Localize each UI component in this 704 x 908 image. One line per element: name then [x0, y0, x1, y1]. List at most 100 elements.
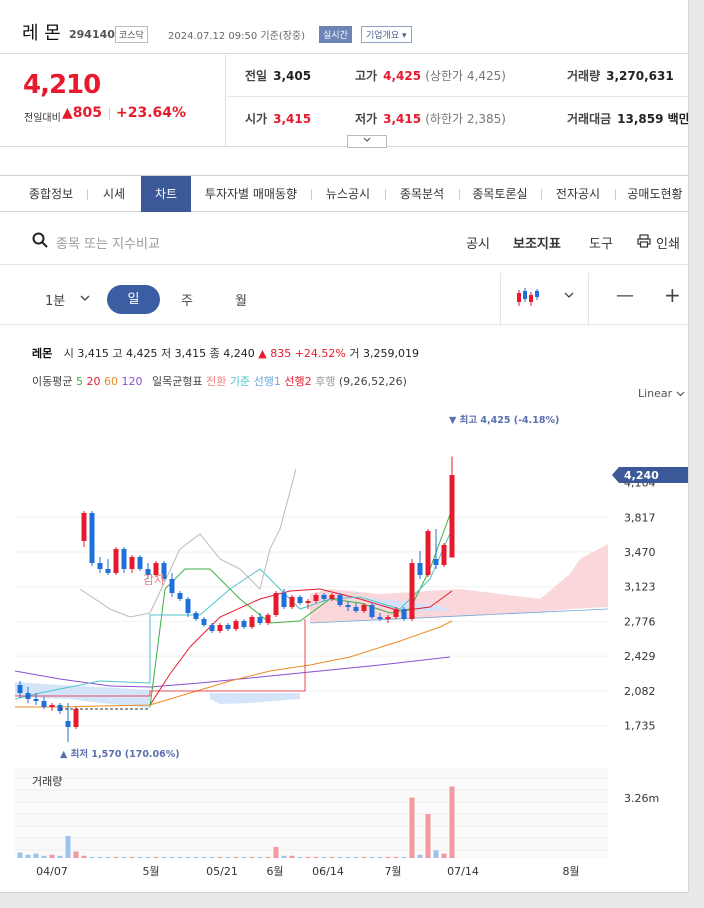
- tab-short-selling[interactable]: 공매도현황: [617, 176, 688, 212]
- ichimoku-base: 기준: [229, 375, 251, 388]
- tools-button[interactable]: 도구: [589, 233, 613, 252]
- tab-chart[interactable]: 차트: [141, 176, 191, 212]
- y-tick-label: 3,123: [624, 581, 656, 594]
- company-overview-dropdown[interactable]: 기업개요 ▾: [361, 26, 412, 43]
- period-day[interactable]: 일: [107, 285, 160, 314]
- period-selector: 1분 일 주 월 — +: [0, 273, 688, 325]
- ichimoku-lead1: 선행1: [253, 375, 281, 388]
- divider: [109, 108, 110, 120]
- x-tick-label: 05/21: [206, 865, 238, 878]
- market-badge: 코스닥: [115, 26, 148, 43]
- low-label: 저: [161, 347, 172, 360]
- x-tick-label: 5월: [142, 865, 159, 878]
- candle-body: [137, 557, 143, 569]
- disclosure-button[interactable]: 공시: [466, 233, 490, 252]
- period-week[interactable]: 주: [181, 290, 193, 309]
- high-label: 고: [112, 347, 123, 360]
- candle-body: [441, 545, 447, 565]
- print-icon[interactable]: [637, 234, 651, 248]
- ichimoku-conversion: 전환: [206, 375, 227, 388]
- volume-bar: [265, 856, 271, 858]
- volume-bar: [249, 856, 255, 858]
- candle-body: [417, 563, 423, 575]
- period-month[interactable]: 월: [235, 290, 247, 309]
- volume-bar: [241, 856, 247, 858]
- tab-overview[interactable]: 종합정보: [17, 176, 85, 212]
- ichimoku-lead2: 선행2: [284, 375, 312, 388]
- volume-bar: [329, 856, 335, 858]
- volume-bar: [393, 856, 399, 858]
- volume-bar: [305, 856, 311, 858]
- tab-price[interactable]: 시세: [89, 176, 139, 212]
- volume-bar: [105, 856, 111, 858]
- search-icon[interactable]: [32, 232, 48, 248]
- candlestick-type-icon[interactable]: [516, 286, 542, 308]
- realtime-button[interactable]: 실시간: [319, 26, 352, 43]
- candle-body: [25, 693, 31, 699]
- price-chart[interactable]: 3,8173,4703,1232,7762,4292,0821,7354,164…: [0, 400, 689, 893]
- compare-search-input[interactable]: 종목 또는 지수비교: [56, 233, 160, 252]
- ichimoku-label: 일목균형표: [151, 375, 203, 388]
- candle-body: [449, 475, 455, 558]
- prev-close-cell: 전일 3,405: [245, 67, 311, 84]
- period-minute[interactable]: 1분: [45, 290, 65, 309]
- ma60-label: 60: [103, 375, 118, 388]
- scale-dropdown[interactable]: Linear: [638, 387, 685, 400]
- capital-reduction-label: 감자: [143, 573, 165, 587]
- tab-forum[interactable]: 종목토론실: [461, 176, 539, 212]
- zoom-out-button[interactable]: —: [616, 285, 634, 306]
- volume-bar: [209, 856, 215, 858]
- ma5-label: 5: [75, 375, 83, 388]
- chart-change-pct: +24.52%: [294, 347, 346, 360]
- candle-body: [49, 705, 55, 707]
- chevron-down-icon: [363, 137, 371, 142]
- candle-body: [353, 607, 359, 611]
- expand-button[interactable]: [347, 135, 387, 148]
- high-value: 4,425: [383, 69, 422, 83]
- volume-bar: [369, 856, 375, 858]
- candle-body: [313, 595, 319, 601]
- volume-bar: [433, 850, 439, 858]
- low-label: 저가: [355, 112, 378, 126]
- chevron-down-icon[interactable]: [80, 295, 90, 303]
- candle-body: [193, 613, 199, 619]
- chart-change: ▲ 835: [258, 347, 292, 360]
- volume-bar: [257, 856, 263, 858]
- volume-bar: [201, 856, 207, 858]
- indicator-legend: 이동평균 5 20 60 120 일목균형표 전환 기준 선행1 선행2 후행 …: [32, 373, 407, 389]
- candle-body: [321, 595, 327, 599]
- ma120-line: [14, 656, 451, 688]
- x-tick-label: 7월: [384, 865, 401, 878]
- chevron-down-icon: [676, 391, 685, 397]
- candle-body: [249, 617, 255, 627]
- chevron-down-icon[interactable]: [564, 292, 574, 300]
- volume-bar: [233, 856, 239, 858]
- volume-bar: [425, 814, 431, 858]
- indicator-button[interactable]: 보조지표: [513, 233, 561, 252]
- divider: [541, 189, 542, 200]
- volume-bar: [25, 854, 31, 858]
- candle-body: [217, 625, 223, 631]
- volume-bar: [313, 856, 319, 858]
- tab-investor-trading[interactable]: 투자자별 매매동향: [193, 176, 309, 212]
- tab-news[interactable]: 뉴스공시: [313, 176, 383, 212]
- volume-bar: [225, 856, 231, 858]
- divider: [385, 189, 386, 200]
- change-label: 전일대비: [24, 113, 61, 124]
- zoom-in-button[interactable]: +: [664, 283, 681, 307]
- x-tick-label: 04/07: [36, 865, 68, 878]
- candle-body: [41, 701, 47, 707]
- high-cell: 고가 4,425 (상한가 4,425): [355, 67, 506, 84]
- candle-body: [121, 549, 127, 569]
- volume-bar: [297, 856, 303, 858]
- volume-bar: [169, 856, 175, 858]
- volume-cell: 거래량 3,270,631: [567, 67, 674, 84]
- volume-bar: [89, 856, 95, 858]
- tab-analysis[interactable]: 종목분석: [387, 176, 457, 212]
- candle-body: [337, 595, 343, 605]
- volume-bar: [81, 855, 87, 858]
- print-button[interactable]: 인쇄: [656, 233, 680, 252]
- tab-disclosure[interactable]: 전자공시: [543, 176, 613, 212]
- volume-bar: [401, 856, 407, 858]
- candle-body: [401, 609, 407, 619]
